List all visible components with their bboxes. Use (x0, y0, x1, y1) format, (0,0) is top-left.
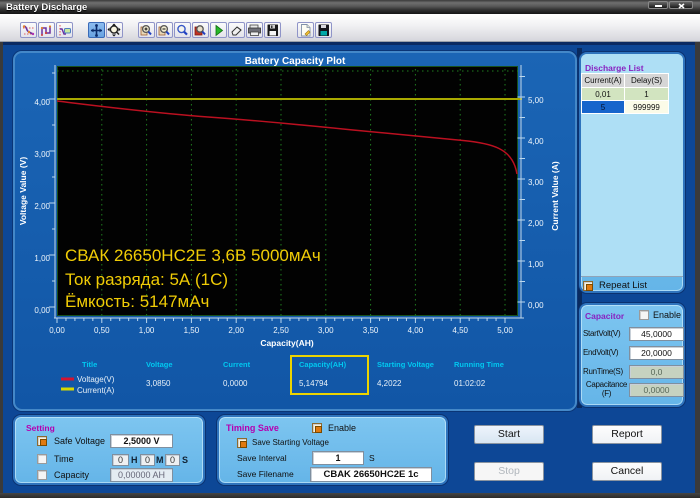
svg-text:Voltage Value (V): Voltage Value (V) (18, 157, 28, 226)
svg-text:Current Value (A): Current Value (A) (550, 161, 560, 231)
svg-text:2,00: 2,00 (528, 219, 544, 228)
svg-text:Running Time: Running Time (454, 360, 504, 369)
svg-text:Title: Title (82, 360, 97, 369)
svg-text:5,00: 5,00 (528, 96, 544, 105)
svg-text:3,00: 3,00 (528, 178, 544, 187)
svg-text:1,00: 1,00 (34, 254, 50, 263)
svg-text:СВАК 26650НС2Е 3,6В 5000мАч: СВАК 26650НС2Е 3,6В 5000мАч (65, 246, 321, 265)
svg-text:Starting Voltage: Starting Voltage (377, 360, 434, 369)
svg-text:0,00: 0,00 (34, 306, 50, 315)
svg-text:0,0000: 0,0000 (223, 379, 248, 388)
svg-text:5,14794: 5,14794 (299, 379, 328, 388)
svg-text:4,00: 4,00 (408, 326, 424, 335)
svg-text:Capacity(AH): Capacity(AH) (260, 338, 314, 348)
svg-text:Ток разряда: 5А (1С): Ток разряда: 5А (1С) (65, 270, 228, 289)
svg-text:Voltage: Voltage (146, 360, 173, 369)
svg-text:4,50: 4,50 (452, 326, 468, 335)
svg-text:3,0850: 3,0850 (146, 379, 171, 388)
svg-text:Current(A): Current(A) (77, 386, 115, 395)
svg-text:3,00: 3,00 (34, 150, 50, 159)
svg-text:1,00: 1,00 (528, 260, 544, 269)
svg-text:01:02:02: 01:02:02 (454, 379, 486, 388)
svg-text:Current: Current (223, 360, 251, 369)
svg-text:1,00: 1,00 (139, 326, 155, 335)
svg-text:5,00: 5,00 (497, 326, 513, 335)
svg-text:2,00: 2,00 (228, 326, 244, 335)
svg-text:4,2022: 4,2022 (377, 379, 402, 388)
svg-text:4,00: 4,00 (528, 137, 544, 146)
svg-text:Capacity(AH): Capacity(AH) (299, 360, 347, 369)
svg-text:0,50: 0,50 (94, 326, 110, 335)
svg-text:3,00: 3,00 (318, 326, 334, 335)
svg-text:2,00: 2,00 (34, 202, 50, 211)
svg-text:Voltage(V): Voltage(V) (77, 375, 115, 384)
svg-text:1,50: 1,50 (184, 326, 200, 335)
svg-text:3,50: 3,50 (363, 326, 379, 335)
svg-text:4,00: 4,00 (34, 98, 50, 107)
svg-text:2,50: 2,50 (273, 326, 289, 335)
svg-text:Ёмкость: 5147мАч: Ёмкость: 5147мАч (65, 292, 209, 311)
svg-text:0,00: 0,00 (49, 326, 65, 335)
svg-text:0,00: 0,00 (528, 301, 544, 310)
